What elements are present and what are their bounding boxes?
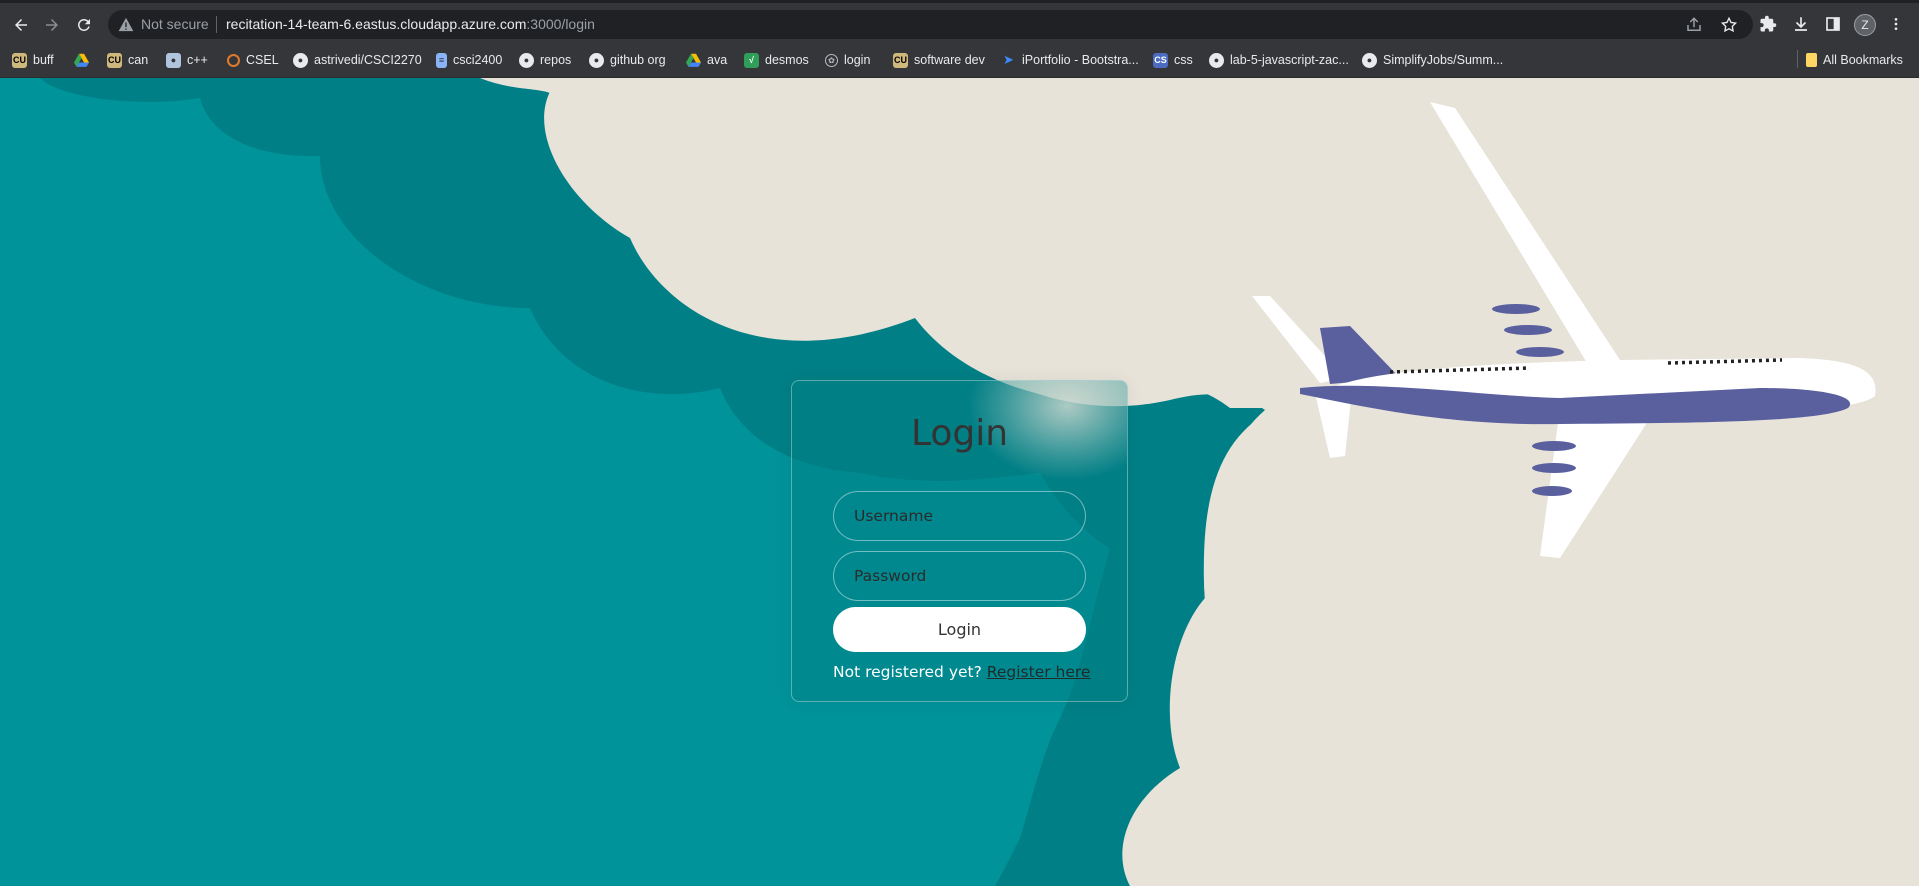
username-input[interactable] xyxy=(833,491,1086,541)
desmos-icon: √ xyxy=(744,52,759,68)
drive-icon xyxy=(686,53,701,68)
bookmark-buff[interactable]: CU buff xyxy=(12,51,54,69)
register-prompt-text: Not registered yet? xyxy=(833,663,982,681)
bookmark-desmos[interactable]: √ desmos xyxy=(744,51,809,69)
bookmark-label: lab-5-javascript-zac... xyxy=(1230,53,1349,67)
side-panel-button[interactable] xyxy=(1822,13,1844,35)
menu-button[interactable] xyxy=(1885,13,1907,35)
login-title: Login xyxy=(910,413,1009,454)
bookmark-label: CSEL xyxy=(246,53,279,67)
bookmark-astrivedi[interactable]: ● astrivedi/CSCI2270 xyxy=(293,51,422,69)
forward-button[interactable] xyxy=(39,12,65,38)
github-icon: ● xyxy=(1362,52,1377,68)
ring-icon xyxy=(227,53,240,67)
address-bar[interactable]: Not secure recitation-14-team-6.eastus.c… xyxy=(108,10,1753,39)
login-button[interactable]: Login xyxy=(833,607,1086,652)
bookmark-label: css xyxy=(1174,53,1193,67)
drive-icon xyxy=(74,53,89,68)
share-icon[interactable] xyxy=(1685,16,1703,34)
login-card: Login Login Not registered yet? Register… xyxy=(791,380,1128,702)
bookmark-label: software dev xyxy=(914,53,985,67)
menu-icon xyxy=(1894,18,1898,30)
github-icon: ● xyxy=(589,52,604,68)
browser-toolbar: Not secure recitation-14-team-6.eastus.c… xyxy=(0,0,1919,42)
cu-icon: CU xyxy=(893,52,908,68)
page-viewport: Login Login Not registered yet? Register… xyxy=(0,78,1919,886)
github-icon: ● xyxy=(519,52,534,68)
extensions-button[interactable] xyxy=(1757,13,1779,35)
bookmark-label: buff xyxy=(33,53,54,67)
bookmark-can[interactable]: CU can xyxy=(107,51,148,69)
sidepanel-icon xyxy=(1826,17,1840,31)
bookmarks-bar: CU buff CU can ● c++ CSEL ● astrivedi/CSCI22… xyxy=(0,42,1919,78)
reload-icon xyxy=(77,18,90,31)
bookmark-label: github org xyxy=(610,53,666,67)
back-button[interactable] xyxy=(8,12,34,38)
folder-icon xyxy=(1806,53,1817,67)
bookmark-drive[interactable] xyxy=(74,51,89,69)
warning-icon xyxy=(118,17,134,32)
omnibox-divider xyxy=(216,16,217,33)
bookmark-label: repos xyxy=(540,53,572,67)
bookmark-repos[interactable]: ● repos xyxy=(519,51,571,69)
bookmark-login[interactable]: ✿ login xyxy=(825,51,870,69)
bookmark-ava[interactable]: ava xyxy=(686,51,727,69)
github-icon: ● xyxy=(293,52,308,68)
bookmark-label: SimplifyJobs/Summ... xyxy=(1383,53,1504,67)
register-prompt: Not registered yet? Register here xyxy=(833,663,1090,681)
url-text[interactable]: recitation-14-team-6.eastus.cloudapp.azu… xyxy=(226,16,595,32)
bootstrap-icon: ➤ xyxy=(1003,52,1014,67)
css-icon: CS xyxy=(1153,52,1168,68)
tab-strip xyxy=(0,0,1919,3)
bookmark-csel[interactable]: CSEL xyxy=(227,51,279,69)
bookmark-cpp[interactable]: ● c++ xyxy=(166,51,208,69)
password-input[interactable] xyxy=(833,551,1086,601)
bookmark-label: ava xyxy=(707,53,728,67)
bookmark-lab5[interactable]: ● lab-5-javascript-zac... xyxy=(1209,51,1349,69)
bookmark-label: iPortfolio - Bootstra... xyxy=(1022,53,1139,67)
cu-icon: CU xyxy=(12,52,27,68)
bookmark-label: csci2400 xyxy=(453,53,503,67)
bookmark-github-org[interactable]: ● github org xyxy=(589,51,666,69)
download-button[interactable] xyxy=(1790,13,1812,35)
security-label: Not secure xyxy=(141,16,209,32)
people-icon: ● xyxy=(166,52,181,68)
bookmark-label: desmos xyxy=(765,53,809,67)
chatgpt-icon: ✿ xyxy=(825,53,838,67)
url-host: recitation-14-team-6.eastus.cloudapp.azu… xyxy=(226,16,527,32)
cu-icon: CU xyxy=(107,52,122,68)
bookmark-label: login xyxy=(844,53,871,67)
all-bookmarks-label: All Bookmarks xyxy=(1823,53,1903,67)
forward-icon xyxy=(46,19,58,31)
bookmark-css[interactable]: CS css xyxy=(1153,51,1193,69)
bookmark-software-dev[interactable]: CU software dev xyxy=(893,51,985,69)
bookmark-simplifyjobs[interactable]: ● SimplifyJobs/Summ... xyxy=(1362,51,1503,69)
profile-avatar[interactable]: Z xyxy=(1854,14,1876,36)
register-link[interactable]: Register here xyxy=(987,663,1091,681)
extensions-icon xyxy=(1760,15,1777,32)
back-icon xyxy=(15,19,27,31)
bookmark-csci2400[interactable]: ≡ csci2400 xyxy=(436,51,502,69)
star-icon[interactable] xyxy=(1720,16,1738,34)
bookmarks-divider xyxy=(1797,50,1798,68)
download-icon xyxy=(1795,17,1807,31)
bookmark-label: astrivedi/CSCI2270 xyxy=(314,53,422,67)
url-path: :3000/login xyxy=(526,16,595,32)
bookmark-label: can xyxy=(128,53,149,67)
reload-button[interactable] xyxy=(71,12,97,38)
bookmark-label: c++ xyxy=(187,53,208,67)
bookmark-iportfolio[interactable]: ➤ iPortfolio - Bootstra... xyxy=(1001,51,1139,69)
all-bookmarks[interactable]: All Bookmarks xyxy=(1806,51,1903,69)
doc-icon: ≡ xyxy=(436,52,447,68)
github-icon: ● xyxy=(1209,52,1224,68)
cloud-bump-right xyxy=(1132,414,1919,886)
